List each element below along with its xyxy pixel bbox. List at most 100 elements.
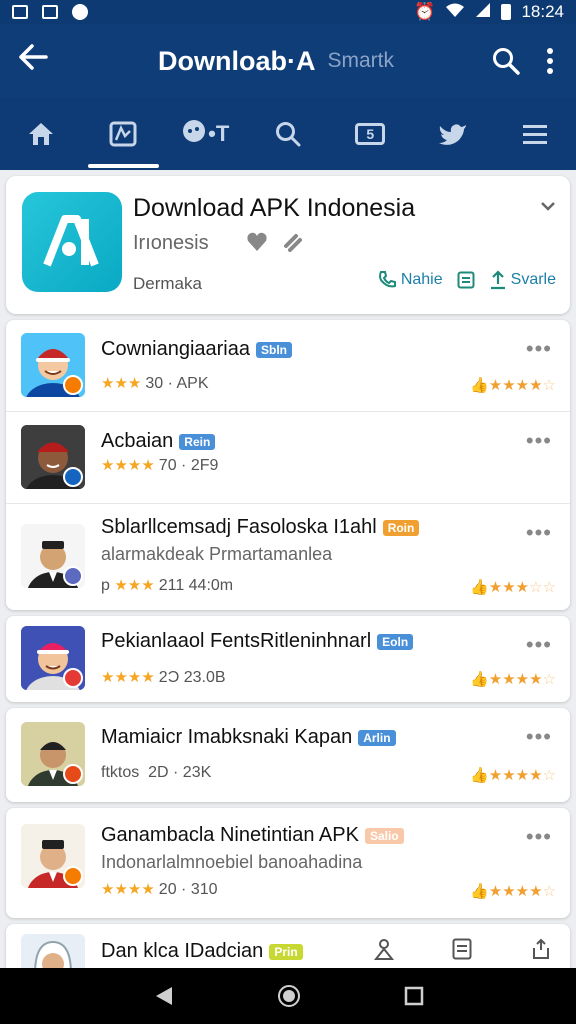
more-options-icon[interactable]: ••• [526,336,552,362]
document-icon [457,271,475,289]
featured-app-card[interactable]: Download APK Indonesia Irıonesis Dermaka… [6,176,570,314]
app-name: Mamiaicr Imabksnaki Kapan [101,726,353,748]
app-card: Ganambacla Ninetintian APK Salio Indonarl… [6,808,570,918]
page-title: Downloab·A [158,45,316,76]
list-icon[interactable] [452,938,472,960]
share-icon [490,270,505,290]
list-item[interactable]: Sblarllcemsadj Fasoloska I1ahl Roin alarm… [6,504,570,610]
app-meta: ★★★ 30 · APK [101,375,209,392]
rating-stars: 👍★★★★☆ [470,671,556,688]
app-meta: ★★★★ 2Ɔ 23.0B [101,669,226,686]
app-name: Dan klca IDadcian [101,940,264,962]
list-item[interactable]: Mamiaicr Imabksnaki Kapan Arlin ftktos 2D… [6,708,570,802]
tab-apps[interactable] [82,98,164,170]
app-name: Ganambacla Ninetintian APK [101,824,359,846]
system-nav-bar [0,968,576,1024]
rating-stars: 👍★★★★☆ [470,883,556,900]
home-nav-icon[interactable] [277,984,301,1008]
app-name: Pekianlaaol FentsRitleninhnarl [101,630,372,652]
chevron-down-icon[interactable] [540,194,556,217]
tab-games[interactable]: •T [165,98,247,170]
tab-menu[interactable] [494,98,576,170]
app-description: alarmakdeak Prmartamanlea [101,544,333,564]
gallery-icon [42,5,58,19]
overflow-menu-icon[interactable] [546,48,554,74]
hamburger-menu-icon [522,125,547,144]
thumbs-up-icon: 👍 [470,579,489,596]
share-button[interactable]: Svarle [489,270,556,290]
apps-icon [109,121,137,147]
list-item[interactable]: Ganambacla Ninetintian APK Salio Indonarl… [6,808,570,918]
avatar [21,524,85,588]
recents-nav-icon[interactable] [404,986,424,1006]
platform-badge-icon [63,668,83,688]
app-name: Cowniangiaariaa [101,338,250,360]
platform-badge-icon [63,467,83,487]
list-item[interactable]: Dan klca IDadcian Prin [6,924,570,972]
share-icon[interactable] [530,938,552,960]
app-logo [22,192,122,292]
app-name: Acbaian [101,430,174,452]
call-button[interactable]: Nahie [377,270,443,290]
thumbs-up-icon: 👍 [470,767,489,784]
app-meta: ★★★★ 20 · 310 [101,881,218,898]
updates-icon: 5 [355,123,386,145]
list-item[interactable]: Pekianlaaol FentsRitleninhnarl Eoln ★★★★ 2… [6,616,570,702]
tab-twitter[interactable] [411,98,493,170]
list-item[interactable]: Cowniangiaariaa Sbln ★★★ 30 · APK ••• 👍★★★… [6,320,570,412]
clock: 18:24 [521,2,564,21]
signal-icon [475,2,491,23]
app-meta: ftktos 2D · 23K [101,764,212,781]
avatar [21,722,85,786]
page-subtitle: Smartk [327,49,394,72]
more-options-icon[interactable]: ••• [526,428,552,454]
search-icon[interactable] [492,47,520,75]
featured-app-title: Download APK Indonesia [133,194,416,222]
more-options-icon[interactable]: ••• [526,520,552,546]
home-icon [29,123,54,145]
thumbs-up-icon: 👍 [470,671,489,688]
app-card: Pekianlaaol FentsRitleninhnarl Eoln ★★★★ 2… [6,616,570,702]
thumbs-up-icon: 👍 [470,377,489,394]
alarm-icon: ⏰ [414,2,436,21]
back-nav-icon[interactable] [152,985,174,1007]
app-description: Indonarlalmnoebiel banoahadina [101,852,363,872]
rating-stars: 👍★★★☆☆ [470,579,556,596]
status-badge: Sbln [255,341,292,358]
more-options-icon[interactable]: ••• [526,724,552,750]
app-card: Mamiaicr Imabksnaki Kapan Arlin ftktos 2D… [6,708,570,802]
more-options-icon[interactable]: ••• [526,632,552,658]
platform-badge-icon [63,764,83,784]
rating-stars: 👍★★★★☆ [470,767,556,784]
games-icon [182,119,206,149]
heart-icon[interactable] [246,232,268,252]
status-badge: Roin [382,519,420,536]
app-bar: Downloab·A Smartk [0,24,576,98]
call-label: Nahie [400,271,443,288]
details-button[interactable] [457,271,475,289]
tab-search[interactable] [247,98,329,170]
featured-app-meta: Dermaka [133,274,202,293]
tab-home[interactable] [0,98,82,170]
app-meta: p ★★★ 211 44:0m [101,577,234,594]
thumbs-up-icon: 👍 [470,883,489,900]
user-icon[interactable] [374,938,394,960]
more-options-icon[interactable]: ••• [526,824,552,850]
status-badge: Arlin [358,729,396,746]
avatar [21,626,85,690]
phone-icon [378,271,396,288]
back-arrow-icon[interactable] [0,44,66,78]
list-item[interactable]: Acbaian Rein ★★★★ 70 · 2F9 ••• [6,412,570,504]
platform-badge-icon [63,566,83,586]
link-icon[interactable] [282,232,304,252]
featured-app-subtitle: Irıonesis [133,232,209,254]
app-notification-icon [72,4,88,20]
battery-icon [501,4,512,20]
twitter-icon [438,124,466,145]
tab-updates[interactable]: 5 [329,98,411,170]
share-label: Svarle [510,271,556,288]
avatar [21,934,85,972]
notification-icon [12,5,28,19]
platform-badge-icon [63,375,83,395]
wifi-icon [445,2,465,23]
